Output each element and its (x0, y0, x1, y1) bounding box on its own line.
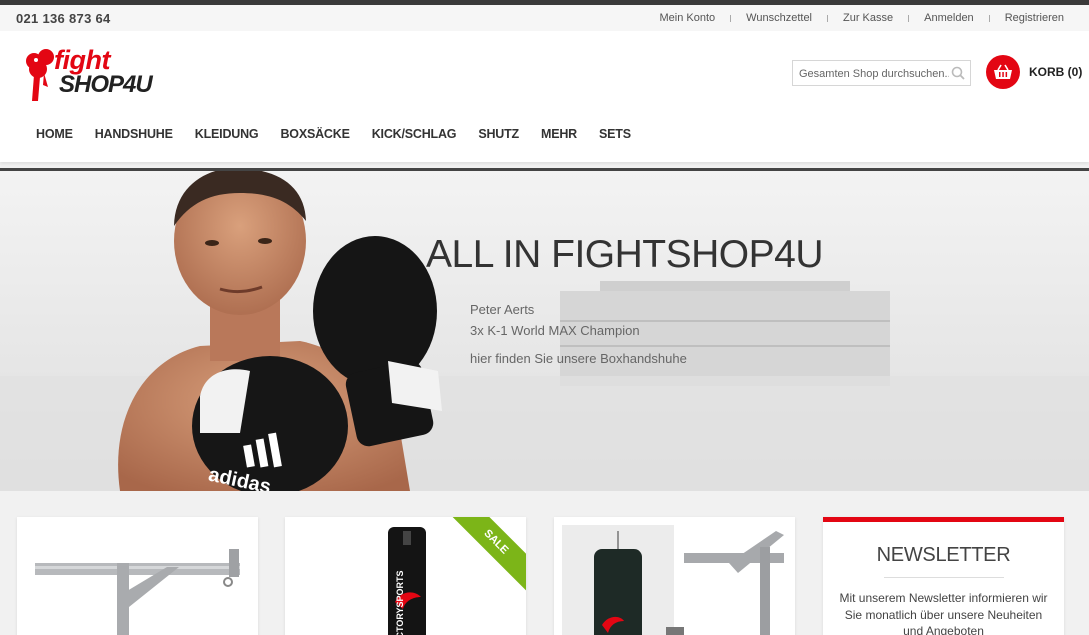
link-separator (908, 14, 910, 22)
nav-item-handschuhe[interactable]: HANDSHUHE (84, 127, 184, 141)
nav-item-schutz[interactable]: SHUTZ (467, 127, 530, 141)
nav-item-mehr[interactable]: MEHR (530, 127, 588, 141)
phone-number: 021 136 873 64 (16, 11, 111, 26)
product-card-wall-mount[interactable] (17, 517, 258, 635)
search-icon[interactable] (951, 66, 965, 80)
link-separator (827, 14, 828, 22)
newsletter-divider (883, 577, 1004, 578)
nav-item-sets[interactable]: SETS (588, 127, 642, 141)
cart-label: KORB (0) (1029, 65, 1083, 79)
link-separator (730, 14, 732, 22)
nav-item-kick-schlag[interactable]: KICK/SCHLAG (361, 127, 468, 141)
hero-banner[interactable]: adidas ALL IN FIGHTSHOP4U Peter Aerts 3x… (0, 168, 1089, 491)
wall-bracket-image (35, 549, 240, 635)
product-card-punching-bag-sale[interactable]: VICTORYSPORTS SALE (285, 517, 526, 635)
bag-and-bracket-image (562, 525, 784, 635)
nav-item-boxsaecke[interactable]: BOXSÄCKE (269, 127, 360, 141)
checkout-link[interactable]: Zur Kasse (843, 12, 893, 24)
hero-subtitle: 3x K-1 World MAX Champion (470, 323, 640, 338)
newsletter-text: Mit unserem Newsletter informieren wir S… (839, 591, 1048, 635)
top-bar: 021 136 873 64 Mein Konto Wunschzettel Z… (0, 0, 1089, 31)
logo-text-shop: SHOP4U (59, 71, 153, 98)
site-logo[interactable]: fight SHOP4U (24, 45, 184, 105)
newsletter-box: NEWSLETTER Mit unserem Newsletter inform… (823, 517, 1064, 635)
newsletter-title: NEWSLETTER (876, 544, 1011, 566)
boxing-glove-logo-icon (26, 49, 54, 101)
nav-item-kleidung[interactable]: KLEIDUNG (184, 127, 270, 141)
main-nav: HOME HANDSHUHE KLEIDUNG BOXSÄCKE KICK/SC… (25, 127, 642, 141)
link-separator (988, 14, 990, 22)
hero-cta[interactable]: hier finden Sie unsere Boxhandshuhe (470, 351, 687, 366)
search-box (792, 60, 971, 86)
my-account-link[interactable]: Mein Konto (660, 12, 716, 24)
register-link[interactable]: Registrieren (1005, 12, 1064, 24)
site-header: fight SHOP4U KORB (0) HOME HANDSHUHE KLE… (0, 31, 1089, 162)
hero-name: Peter Aerts (470, 302, 535, 317)
hero-title: ALL IN FIGHTSHOP4U (426, 233, 823, 276)
login-link[interactable]: Anmelden (924, 12, 974, 24)
bag-brand-text: VICTORYSPORTS (395, 570, 405, 635)
cart-button[interactable]: KORB (0) (986, 55, 1082, 89)
wishlist-link[interactable]: Wunschzettel (746, 12, 812, 24)
account-links: Mein Konto Wunschzettel Zur Kasse Anmeld… (660, 12, 1064, 24)
basket-icon (986, 55, 1020, 89)
nav-item-home[interactable]: HOME (25, 127, 84, 141)
product-card-bag-with-bracket[interactable] (554, 517, 795, 635)
search-input[interactable] (799, 65, 949, 82)
